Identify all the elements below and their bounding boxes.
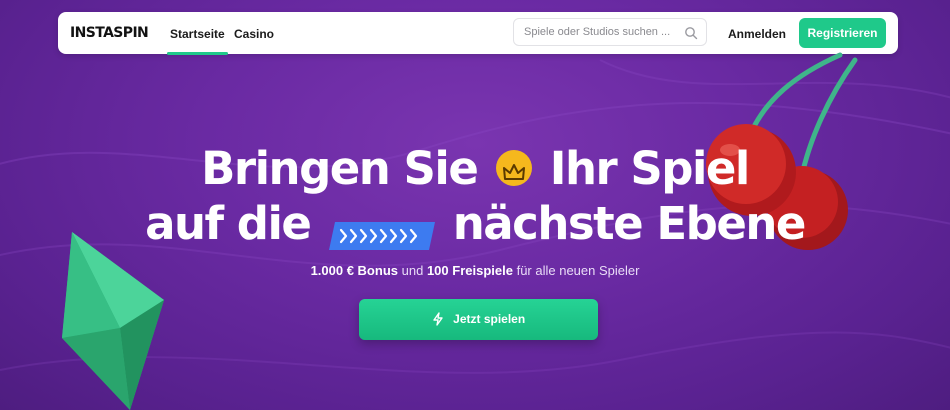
gem-illustration — [62, 232, 164, 410]
free-spins-amount: 100 Freispiele — [426, 263, 513, 278]
search-box — [513, 18, 707, 46]
bonus-subline: 1.000 € Bonus und 100 Freispiele für all… — [0, 263, 950, 278]
play-now-label: Jetzt spielen — [453, 312, 526, 326]
headline-line-2: auf die nächste Ebene — [0, 198, 950, 250]
login-button[interactable]: Anmelden — [728, 27, 786, 41]
nav-link-casino[interactable]: Casino — [234, 27, 274, 41]
instaspin-logo[interactable]: INSTASPIN — [70, 25, 149, 41]
bonus-amount: 1.000 € Bonus — [310, 263, 398, 278]
headline-text-2a: auf die — [145, 197, 312, 250]
search-icon[interactable] — [684, 26, 698, 40]
headline-text-1b: Ihr Spiel — [549, 142, 751, 195]
search-input[interactable] — [524, 24, 674, 40]
headline-line-1: Bringen Sie Ihr Spiel — [0, 143, 950, 195]
headline-text-2b: nächste Ebene — [452, 197, 807, 250]
nav-link-startseite[interactable]: Startseite — [167, 27, 228, 55]
subline-rest: für alle neuen Spieler — [516, 263, 640, 278]
lightning-icon — [433, 312, 443, 326]
crown-icon — [495, 150, 532, 186]
register-button[interactable]: Registrieren — [799, 18, 886, 48]
play-now-button[interactable]: Jetzt spielen — [359, 299, 598, 340]
top-navbar: INSTASPIN Startseite Casino Anmelden Reg… — [58, 12, 898, 55]
subline-and: und — [401, 263, 424, 278]
double-chevron-icon — [328, 209, 435, 250]
headline-text-1a: Bringen Sie — [201, 142, 479, 195]
